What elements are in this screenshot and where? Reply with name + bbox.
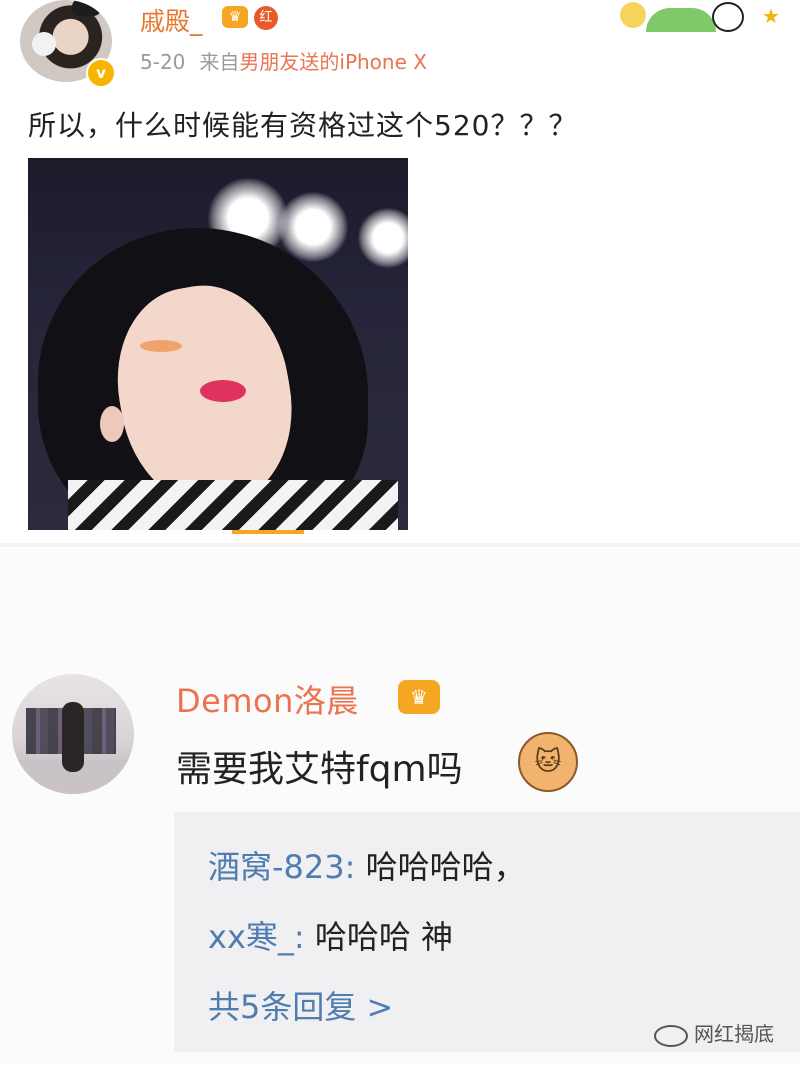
cat-emoji-icon: 🐱: [518, 732, 578, 792]
post-source[interactable]: 男朋友送的iPhone X: [239, 50, 427, 74]
post-source-prefix: 来自: [199, 50, 240, 74]
photo-eye-shape: [140, 340, 182, 352]
watermark: 网红揭底: [654, 1018, 774, 1047]
reply-text: 哈哈哈哈，: [355, 848, 526, 886]
photo-lips-shape: [200, 380, 246, 402]
replies-box[interactable]: 酒窝-823: 哈哈哈哈， xx寒_: 哈哈哈 神 共5条回复 >: [174, 812, 800, 1052]
crown-icon: ♛: [398, 680, 440, 714]
comment-text: 需要我艾特fqm吗: [176, 749, 463, 790]
post-photo[interactable]: [28, 158, 408, 530]
photo-shirt-shape: [68, 480, 398, 530]
commenter-name[interactable]: Demon洛晨: [176, 676, 359, 722]
decorative-sticker: ★: [612, 0, 800, 32]
commenter-avatar[interactable]: [12, 674, 134, 794]
avatar-panda-hat-shape: [72, 0, 102, 16]
photo-indicator: [232, 530, 304, 534]
stage-light: [278, 192, 348, 262]
star-icon: ★: [762, 4, 780, 28]
photo-ear-shape: [100, 406, 124, 442]
verified-badge-icon: v: [86, 58, 116, 88]
post-date: 5-20: [140, 50, 186, 74]
sun-icon: [620, 2, 646, 28]
avatar-person-shape: [62, 702, 84, 772]
comment-item: Demon洛晨 ♛ 需要我艾特fqm吗 🐱 酒窝-823: 哈哈哈哈， xx寒_…: [0, 548, 800, 1065]
more-replies-link[interactable]: 共5条回复 >: [208, 982, 393, 1028]
reply-text: 哈哈哈 神: [304, 918, 454, 956]
wechat-icon: [654, 1024, 688, 1047]
reply-author[interactable]: 酒窝-823:: [208, 848, 355, 886]
reply-item[interactable]: xx寒_: 哈哈哈 神: [208, 912, 453, 958]
crown-icon: ♛: [222, 6, 248, 28]
watermark-text: 网红揭底: [694, 1022, 774, 1046]
hong-badge-icon: 红: [254, 6, 278, 30]
hill-icon: [646, 8, 716, 32]
post-meta: 5-20 来自男朋友送的iPhone X: [140, 46, 427, 75]
weibo-post: v 戚殿_ ♛ 红 5-20 来自男朋友送的iPhone X ★ 所以，什么时候能…: [0, 0, 800, 545]
avatar-cat-shape: [32, 32, 56, 56]
post-author-name[interactable]: 戚殿_: [140, 2, 203, 38]
section-divider: [0, 543, 800, 547]
post-text: 所以，什么时候能有资格过这个520？？？: [28, 109, 578, 142]
reply-item[interactable]: 酒窝-823: 哈哈哈哈，: [208, 842, 526, 888]
reply-author[interactable]: xx寒_:: [208, 918, 305, 956]
panda-icon: [712, 2, 744, 32]
stage-light: [358, 208, 408, 268]
